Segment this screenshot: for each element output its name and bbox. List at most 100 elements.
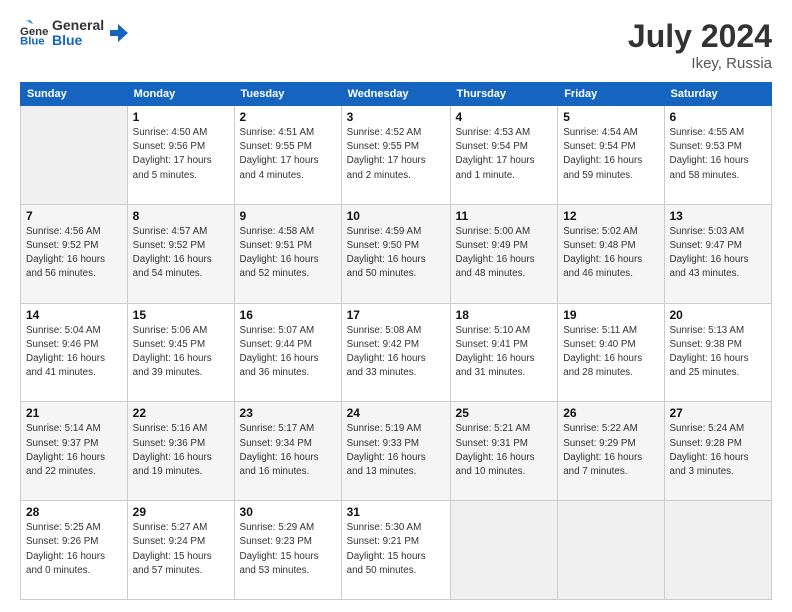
calendar-cell: 14Sunrise: 5:04 AM Sunset: 9:46 PM Dayli…	[21, 303, 128, 402]
month-title: July 2024	[628, 18, 772, 55]
week-row-3: 14Sunrise: 5:04 AM Sunset: 9:46 PM Dayli…	[21, 303, 772, 402]
day-number: 21	[26, 406, 122, 420]
calendar-cell: 31 Sunrise: 5:30 AM Sunset: 9:21 PM Dayli…	[341, 501, 450, 600]
day-number: 10	[347, 209, 445, 223]
day-info: Sunrise: 5:08 AM Sunset: 9:42 PM Dayligh…	[347, 324, 445, 381]
calendar-table: SundayMondayTuesdayWednesdayThursdayFrid…	[20, 82, 772, 600]
calendar-cell: 21 Sunrise: 5:14 AM Sunset: 9:37 PM Dayli…	[21, 402, 128, 501]
col-header-saturday: Saturday	[664, 83, 772, 106]
calendar-cell: 24Sunrise: 5:19 AM Sunset: 9:33 PM Dayli…	[341, 402, 450, 501]
calendar-cell: 19 Sunrise: 5:11 AM Sunset: 9:40 PM Dayli…	[558, 303, 664, 402]
day-info: Sunrise: 4:52 AM Sunset: 9:55 PM Dayligh…	[347, 126, 445, 183]
day-number: 23	[240, 406, 336, 420]
day-info: Sunrise: 5:19 AM Sunset: 9:33 PM Dayligh…	[347, 422, 445, 479]
day-number: 18	[456, 308, 553, 322]
day-info: Sunrise: 5:07 AM Sunset: 9:44 PM Dayligh…	[240, 324, 336, 381]
calendar-cell: 15Sunrise: 5:06 AM Sunset: 9:45 PM Dayli…	[127, 303, 234, 402]
calendar-cell: 17Sunrise: 5:08 AM Sunset: 9:42 PM Dayli…	[341, 303, 450, 402]
calendar-cell: 10 Sunrise: 4:59 AM Sunset: 9:50 PM Dayli…	[341, 204, 450, 303]
day-info: Sunrise: 5:13 AM Sunset: 9:38 PM Dayligh…	[670, 324, 767, 381]
day-number: 20	[670, 308, 767, 322]
header-row: SundayMondayTuesdayWednesdayThursdayFrid…	[21, 83, 772, 106]
day-number: 13	[670, 209, 767, 223]
day-number: 1	[133, 110, 229, 124]
calendar-cell: 6Sunrise: 4:55 AM Sunset: 9:53 PM Daylig…	[664, 106, 772, 205]
day-number: 16	[240, 308, 336, 322]
calendar-cell: 2 Sunrise: 4:51 AM Sunset: 9:55 PM Daylig…	[234, 106, 341, 205]
day-number: 26	[563, 406, 658, 420]
page: General Blue General Blue July 2024 Ikey…	[0, 0, 792, 612]
day-number: 3	[347, 110, 445, 124]
col-header-friday: Friday	[558, 83, 664, 106]
day-info: Sunrise: 4:51 AM Sunset: 9:55 PM Dayligh…	[240, 126, 336, 183]
title-block: July 2024 Ikey, Russia	[628, 18, 772, 72]
day-info: Sunrise: 5:21 AM Sunset: 9:31 PM Dayligh…	[456, 422, 553, 479]
day-info: Sunrise: 5:11 AM Sunset: 9:40 PM Dayligh…	[563, 324, 658, 381]
day-number: 27	[670, 406, 767, 420]
calendar-cell: 1 Sunrise: 4:50 AM Sunset: 9:56 PM Daylig…	[127, 106, 234, 205]
day-info: Sunrise: 5:17 AM Sunset: 9:34 PM Dayligh…	[240, 422, 336, 479]
day-info: Sunrise: 5:24 AM Sunset: 9:28 PM Dayligh…	[670, 422, 767, 479]
calendar-cell: 20 Sunrise: 5:13 AM Sunset: 9:38 PM Dayli…	[664, 303, 772, 402]
day-info: Sunrise: 5:14 AM Sunset: 9:37 PM Dayligh…	[26, 422, 122, 479]
day-number: 28	[26, 505, 122, 519]
day-info: Sunrise: 5:30 AM Sunset: 9:21 PM Dayligh…	[347, 521, 445, 578]
day-info: Sunrise: 5:02 AM Sunset: 9:48 PM Dayligh…	[563, 225, 658, 282]
week-row-1: 1 Sunrise: 4:50 AM Sunset: 9:56 PM Daylig…	[21, 106, 772, 205]
day-info: Sunrise: 5:00 AM Sunset: 9:49 PM Dayligh…	[456, 225, 553, 282]
col-header-sunday: Sunday	[21, 83, 128, 106]
day-number: 31	[347, 505, 445, 519]
calendar-cell: 28Sunrise: 5:25 AM Sunset: 9:26 PM Dayli…	[21, 501, 128, 600]
calendar-cell: 7 Sunrise: 4:56 AM Sunset: 9:52 PM Daylig…	[21, 204, 128, 303]
day-number: 14	[26, 308, 122, 322]
day-number: 4	[456, 110, 553, 124]
day-number: 9	[240, 209, 336, 223]
day-info: Sunrise: 4:55 AM Sunset: 9:53 PM Dayligh…	[670, 126, 767, 183]
day-info: Sunrise: 5:06 AM Sunset: 9:45 PM Dayligh…	[133, 324, 229, 381]
day-number: 19	[563, 308, 658, 322]
calendar-cell: 9 Sunrise: 4:58 AM Sunset: 9:51 PM Daylig…	[234, 204, 341, 303]
day-info: Sunrise: 4:53 AM Sunset: 9:54 PM Dayligh…	[456, 126, 553, 183]
day-info: Sunrise: 4:58 AM Sunset: 9:51 PM Dayligh…	[240, 225, 336, 282]
calendar-cell	[21, 106, 128, 205]
calendar-cell: 3 Sunrise: 4:52 AM Sunset: 9:55 PM Daylig…	[341, 106, 450, 205]
col-header-monday: Monday	[127, 83, 234, 106]
calendar-cell: 11 Sunrise: 5:00 AM Sunset: 9:49 PM Dayli…	[450, 204, 558, 303]
week-row-4: 21 Sunrise: 5:14 AM Sunset: 9:37 PM Dayli…	[21, 402, 772, 501]
calendar-cell: 22Sunrise: 5:16 AM Sunset: 9:36 PM Dayli…	[127, 402, 234, 501]
location-title: Ikey, Russia	[628, 55, 772, 72]
day-number: 7	[26, 209, 122, 223]
calendar-cell	[664, 501, 772, 600]
col-header-thursday: Thursday	[450, 83, 558, 106]
day-number: 8	[133, 209, 229, 223]
calendar-cell	[450, 501, 558, 600]
day-number: 11	[456, 209, 553, 223]
logo-icon: General Blue	[20, 19, 48, 47]
day-number: 25	[456, 406, 553, 420]
logo-arrow-icon	[108, 22, 130, 44]
calendar-cell: 26 Sunrise: 5:22 AM Sunset: 9:29 PM Dayli…	[558, 402, 664, 501]
day-number: 30	[240, 505, 336, 519]
calendar-cell: 25 Sunrise: 5:21 AM Sunset: 9:31 PM Dayli…	[450, 402, 558, 501]
day-number: 2	[240, 110, 336, 124]
day-info: Sunrise: 4:59 AM Sunset: 9:50 PM Dayligh…	[347, 225, 445, 282]
day-number: 12	[563, 209, 658, 223]
day-number: 29	[133, 505, 229, 519]
calendar-cell: 5Sunrise: 4:54 AM Sunset: 9:54 PM Daylig…	[558, 106, 664, 205]
calendar-cell: 18 Sunrise: 5:10 AM Sunset: 9:41 PM Dayli…	[450, 303, 558, 402]
calendar-cell	[558, 501, 664, 600]
calendar-cell: 13Sunrise: 5:03 AM Sunset: 9:47 PM Dayli…	[664, 204, 772, 303]
week-row-5: 28Sunrise: 5:25 AM Sunset: 9:26 PM Dayli…	[21, 501, 772, 600]
day-info: Sunrise: 4:50 AM Sunset: 9:56 PM Dayligh…	[133, 126, 229, 183]
day-info: Sunrise: 5:16 AM Sunset: 9:36 PM Dayligh…	[133, 422, 229, 479]
day-info: Sunrise: 4:56 AM Sunset: 9:52 PM Dayligh…	[26, 225, 122, 282]
header: General Blue General Blue July 2024 Ikey…	[20, 18, 772, 72]
calendar-cell: 29Sunrise: 5:27 AM Sunset: 9:24 PM Dayli…	[127, 501, 234, 600]
calendar-cell: 16 Sunrise: 5:07 AM Sunset: 9:44 PM Dayli…	[234, 303, 341, 402]
day-info: Sunrise: 5:22 AM Sunset: 9:29 PM Dayligh…	[563, 422, 658, 479]
col-header-wednesday: Wednesday	[341, 83, 450, 106]
calendar-cell: 4 Sunrise: 4:53 AM Sunset: 9:54 PM Daylig…	[450, 106, 558, 205]
day-info: Sunrise: 5:10 AM Sunset: 9:41 PM Dayligh…	[456, 324, 553, 381]
day-info: Sunrise: 4:57 AM Sunset: 9:52 PM Dayligh…	[133, 225, 229, 282]
day-number: 5	[563, 110, 658, 124]
